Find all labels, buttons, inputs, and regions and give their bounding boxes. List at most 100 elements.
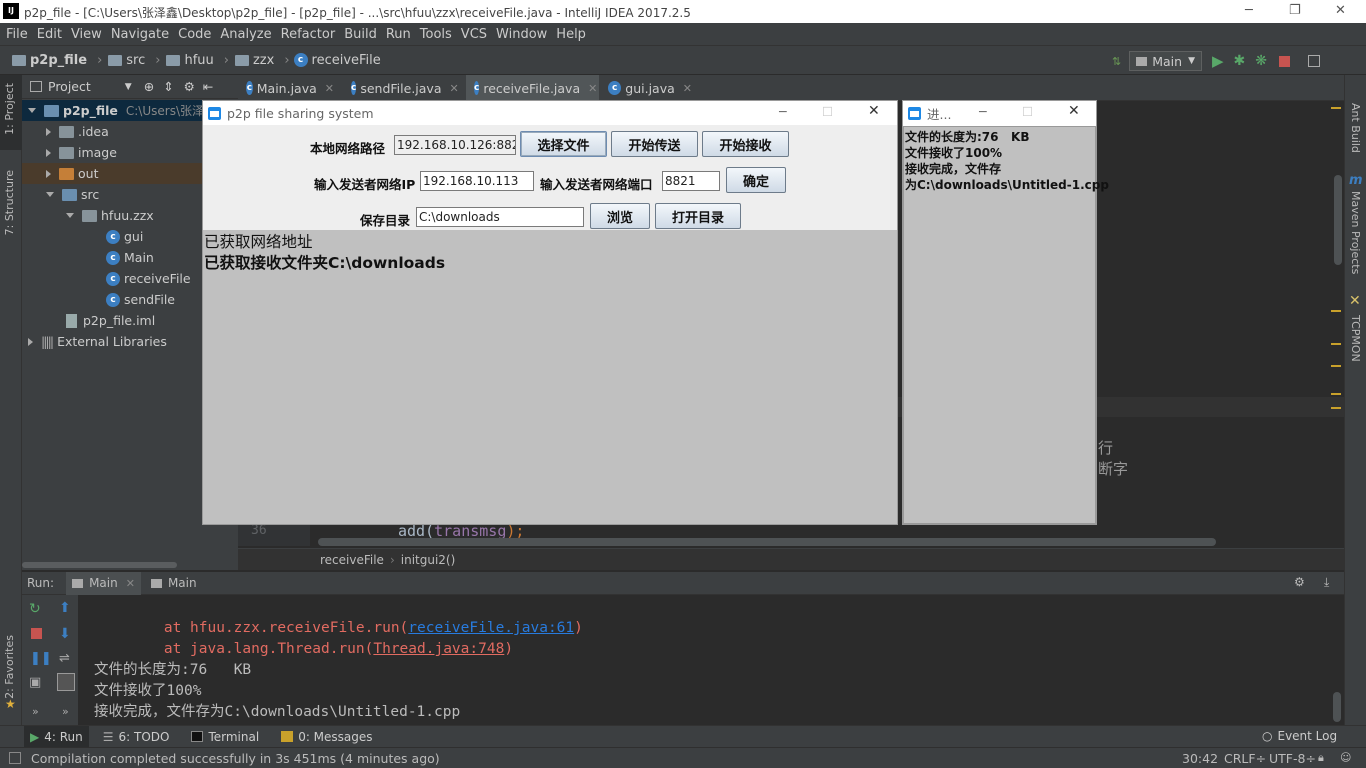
- p2p-log-area[interactable]: 已获取网络地址 已获取接收文件夹C:\downloads: [203, 230, 897, 524]
- menu-navigate[interactable]: Navigate: [111, 27, 169, 42]
- lock-icon[interactable]: 🔒︎: [1318, 751, 1324, 765]
- run-config-select[interactable]: Main ▼: [1129, 51, 1202, 71]
- collapse-icon[interactable]: ⇕: [163, 79, 173, 94]
- stop-icon[interactable]: [1279, 55, 1290, 67]
- maximize-button[interactable]: ☐: [822, 104, 833, 119]
- breadcrumb-src[interactable]: src: [126, 53, 145, 68]
- project-panel-title[interactable]: Project: [48, 79, 91, 94]
- project-structure-icon[interactable]: [1308, 55, 1320, 67]
- messages-tool-button[interactable]: 0: Messages: [281, 730, 373, 744]
- hide-panel-icon[interactable]: ⤓: [1324, 575, 1329, 590]
- menu-view[interactable]: View: [71, 27, 102, 42]
- choose-file-button[interactable]: 选择文件: [520, 131, 607, 157]
- pause-icon[interactable]: ❚❚: [30, 651, 52, 666]
- minimize-button[interactable]: ─: [779, 104, 787, 119]
- maven-tool-tab[interactable]: Maven Projects: [1349, 191, 1362, 274]
- scroll-down-icon[interactable]: ⬇: [59, 626, 71, 642]
- coverage-icon[interactable]: ❋: [1255, 53, 1267, 69]
- menu-vcs[interactable]: VCS: [461, 27, 487, 42]
- editor-breadcrumb-class[interactable]: receiveFile: [320, 553, 384, 567]
- sender-port-field[interactable]: 8821: [662, 171, 720, 191]
- tab-main-java[interactable]: c Main.java ✕: [238, 75, 342, 101]
- run-tab-main-1[interactable]: Main ✕: [66, 571, 141, 595]
- close-button[interactable]: ✕: [868, 103, 880, 119]
- menu-build[interactable]: Build: [344, 27, 377, 42]
- project-tool-tab[interactable]: 1: Project: [3, 83, 16, 135]
- console-scrollbar[interactable]: [1333, 692, 1341, 722]
- breadcrumb-project[interactable]: p2p_file: [30, 53, 87, 68]
- minimize-button[interactable]: ─: [979, 104, 987, 119]
- progress-text-area[interactable]: 文件的长度为:76 KB 文件接收了100% 接收完成，文件存 为C:\down…: [903, 126, 1109, 524]
- hide-icon[interactable]: ⇤: [203, 79, 213, 94]
- editor-horizontal-scrollbar[interactable]: [318, 538, 1216, 546]
- run-icon[interactable]: ▶: [1212, 52, 1224, 70]
- local-path-field[interactable]: 192.168.10.126:8821: [394, 135, 516, 155]
- target-icon[interactable]: ⊕: [144, 79, 154, 94]
- caret-position[interactable]: 30:42: [1182, 751, 1218, 766]
- todo-tool-button[interactable]: ☰ 6: TODO: [103, 730, 170, 744]
- chevron-down-icon[interactable]: ▼: [125, 82, 132, 92]
- console-output[interactable]: at hfuu.zzx.receiveFile.run(receiveFile.…: [94, 597, 583, 723]
- print-icon[interactable]: [57, 673, 75, 691]
- minimize-button[interactable]: ─: [1245, 3, 1253, 18]
- tab-sendfile-java[interactable]: c sendFile.java ✕: [343, 75, 465, 101]
- tcpmon-tool-tab[interactable]: TCPMON: [1349, 315, 1362, 362]
- menu-file[interactable]: File: [6, 27, 28, 42]
- gear-icon[interactable]: ⚙: [184, 79, 195, 94]
- favorites-tool-tab[interactable]: 2: Favorites: [3, 635, 16, 699]
- start-receive-button[interactable]: 开始接收: [702, 131, 789, 157]
- event-log-button[interactable]: ○ Event Log: [1262, 729, 1337, 743]
- menu-help[interactable]: Help: [556, 27, 586, 42]
- editor-breadcrumb-method[interactable]: initgui2(): [401, 553, 456, 567]
- git-icon[interactable]: ☺: [1340, 751, 1351, 764]
- terminal-tool-button[interactable]: Terminal: [191, 730, 259, 744]
- menu-window[interactable]: Window: [496, 27, 547, 42]
- soft-wrap-icon[interactable]: ⇌: [59, 651, 70, 666]
- menu-code[interactable]: Code: [178, 27, 211, 42]
- tab-gui-java[interactable]: c gui.java ✕: [600, 75, 700, 101]
- run-tab-main-2[interactable]: Main: [145, 572, 203, 595]
- close-button[interactable]: ✕: [1068, 103, 1080, 119]
- build-icon[interactable]: ⇅: [1112, 55, 1121, 68]
- horizontal-scrollbar[interactable]: [22, 562, 177, 568]
- start-send-button[interactable]: 开始传送: [611, 131, 698, 157]
- stacktrace-link[interactable]: Thread.java:748: [373, 641, 504, 657]
- gear-icon[interactable]: ⚙: [1294, 575, 1305, 589]
- close-icon[interactable]: ✕: [325, 82, 334, 95]
- save-dir-field[interactable]: C:\downloads: [416, 207, 584, 227]
- camera-icon[interactable]: ▣: [29, 675, 41, 690]
- status-toggle-icon[interactable]: [9, 752, 21, 764]
- confirm-button[interactable]: 确定: [726, 167, 786, 193]
- maximize-button[interactable]: ☐: [1022, 104, 1033, 119]
- stacktrace-link[interactable]: receiveFile.java:61: [408, 620, 574, 636]
- run-tool-button[interactable]: ▶ 4: Run: [24, 725, 89, 748]
- line-separator[interactable]: CRLF÷: [1224, 751, 1266, 766]
- close-button[interactable]: ✕: [1335, 3, 1346, 18]
- menu-run[interactable]: Run: [386, 27, 411, 42]
- more-icon[interactable]: »: [62, 705, 69, 718]
- browse-button[interactable]: 浏览: [590, 203, 650, 229]
- file-encoding[interactable]: UTF-8÷: [1269, 751, 1316, 766]
- breadcrumb-receivefile[interactable]: receiveFile: [312, 53, 381, 68]
- menu-refactor[interactable]: Refactor: [281, 27, 336, 42]
- structure-tool-tab[interactable]: 7: Structure: [3, 170, 16, 235]
- close-icon[interactable]: ✕: [449, 82, 458, 95]
- close-icon[interactable]: ✕: [588, 82, 597, 95]
- breadcrumb-zzx[interactable]: zzx: [253, 53, 274, 68]
- restore-button[interactable]: ❐: [1289, 3, 1301, 18]
- rerun-icon[interactable]: ↻: [29, 601, 41, 617]
- close-icon[interactable]: ✕: [126, 577, 135, 590]
- close-icon[interactable]: ✕: [683, 82, 692, 95]
- breadcrumb-hfuu[interactable]: hfuu: [184, 53, 213, 68]
- menu-edit[interactable]: Edit: [37, 27, 62, 42]
- ant-build-tool-tab[interactable]: Ant Build: [1349, 103, 1362, 153]
- menu-tools[interactable]: Tools: [420, 27, 452, 42]
- scroll-up-icon[interactable]: ⬆: [59, 600, 71, 616]
- menu-analyze[interactable]: Analyze: [220, 27, 271, 42]
- stop-icon[interactable]: [31, 628, 42, 639]
- more-icon[interactable]: »: [32, 705, 39, 718]
- open-dir-button[interactable]: 打开目录: [655, 203, 741, 229]
- tab-receivefile-java[interactable]: c receiveFile.java ✕: [466, 75, 599, 101]
- sender-ip-field[interactable]: 192.168.10.113: [420, 171, 534, 191]
- debug-icon[interactable]: ✱: [1234, 53, 1246, 69]
